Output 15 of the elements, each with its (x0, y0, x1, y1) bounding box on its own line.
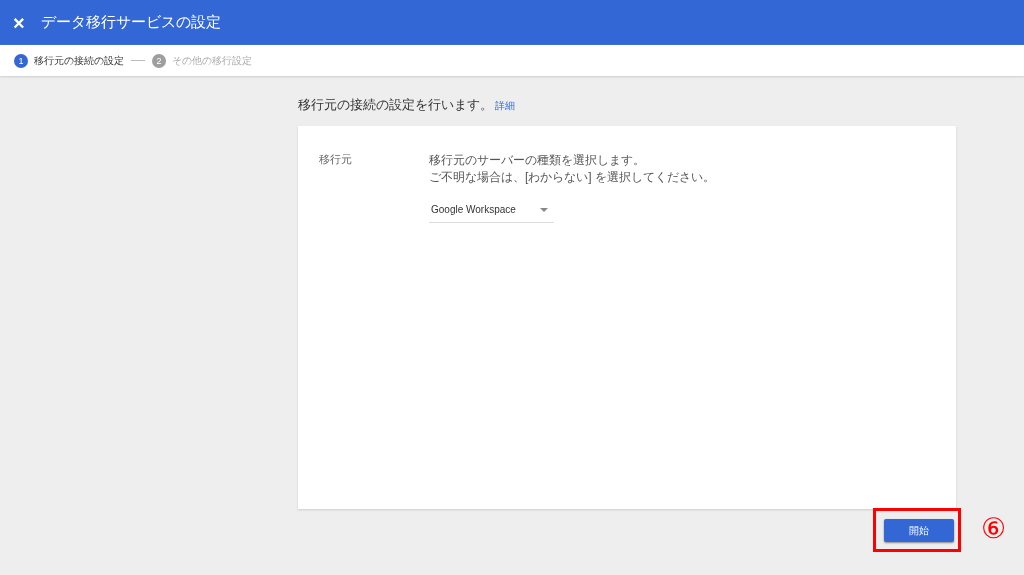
source-dropdown[interactable]: Google Workspace (429, 197, 554, 223)
close-button[interactable]: × (9, 12, 29, 33)
help-text: 移行元のサーバーの種類を選択します。 (429, 152, 646, 169)
annotation-number: ⑥ (981, 515, 1007, 543)
step-number: 2 (152, 53, 166, 68)
step-number: 1 (14, 53, 28, 68)
details-link[interactable]: 詳細 (495, 99, 515, 113)
start-button[interactable]: 開始 (884, 519, 954, 542)
intro-text: 移行元の接続の設定を行います。 (298, 96, 493, 114)
field-label: 移行元 (318, 152, 353, 167)
step-label: 移行元の接続の設定 (34, 53, 124, 68)
step-label: その他の移行設定 (172, 53, 252, 68)
window-title: データ移行サービスの設定 (40, 13, 221, 32)
help-text: ご不明な場合は、[わからない] を選択してください。 (429, 169, 715, 186)
caret-icon (540, 207, 548, 212)
